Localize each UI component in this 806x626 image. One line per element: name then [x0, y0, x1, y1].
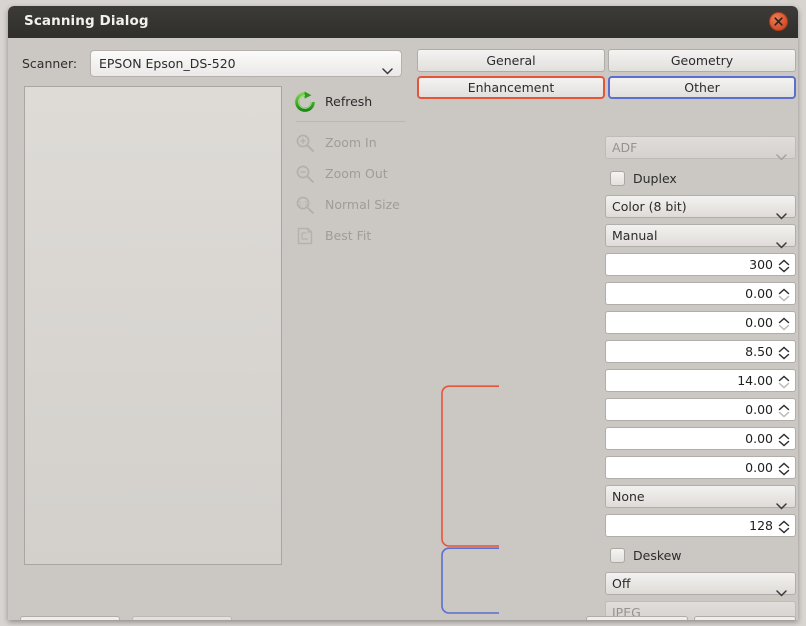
top-left-y-spinner[interactable]: 0.00 — [605, 311, 796, 334]
scanning-dialog-window: Scanning Dialog Scanner: EPSON Epson_DS-… — [8, 6, 798, 620]
field-top-left-y: Top Left Y 0.00 — [412, 311, 796, 334]
spinner-arrows[interactable] — [776, 284, 792, 305]
field-dropout: Dropout None — [412, 485, 796, 510]
blank-image-threshold-spinner[interactable]: 0.00 — [605, 398, 796, 421]
tab-other[interactable]: Other — [608, 76, 796, 99]
duplex-label: Duplex — [633, 170, 677, 186]
threshold-spinner[interactable]: 128 — [605, 514, 796, 537]
chevron-down-icon — [776, 495, 787, 514]
bottom-right-y-spinner[interactable]: 14.00 — [605, 369, 796, 392]
scanner-select[interactable]: EPSON Epson_DS-520 — [90, 50, 402, 77]
detect-double-feed-select[interactable]: Off — [605, 572, 796, 597]
scan-button[interactable]: Scan — [694, 616, 796, 620]
contrast-value: 0.00 — [745, 460, 773, 475]
best-fit-button[interactable]: Best Fit — [294, 220, 408, 251]
brightness-value: 0.00 — [745, 431, 773, 446]
preview-toolbar: Refresh Zoom In Zoom Out 1:1 Normal Size… — [294, 86, 408, 251]
scan-area-select[interactable]: Manual — [605, 224, 796, 249]
scanner-label: Scanner: — [22, 56, 78, 71]
bottom-right-x-value: 8.50 — [745, 344, 773, 359]
blank-image-threshold-value: 0.00 — [745, 402, 773, 417]
field-document-source: Document Source ADF — [412, 136, 796, 161]
normal-size-button[interactable]: 1:1 Normal Size — [294, 189, 408, 220]
chevron-down-icon — [776, 146, 787, 165]
deskew-label: Deskew — [633, 547, 682, 563]
scan-area-value: Manual — [612, 228, 658, 243]
chevron-down-icon — [776, 205, 787, 224]
brightness-spinner[interactable]: 0.00 — [605, 427, 796, 450]
normal-size-label: Normal Size — [325, 197, 400, 212]
field-top-left-x: Top Left X 0.00 — [412, 282, 796, 305]
dropout-value: None — [612, 489, 645, 504]
image-type-select[interactable]: Color (8 bit) — [605, 195, 796, 220]
field-threshold: Threshold 128 — [412, 514, 796, 537]
best-fit-icon — [294, 225, 316, 247]
detect-double-feed-value: Off — [612, 576, 631, 591]
top-left-x-value: 0.00 — [745, 286, 773, 301]
dialog-body: Scanner: EPSON Epson_DS-520 Refresh Zoom… — [8, 38, 798, 620]
tab-general[interactable]: General — [417, 49, 605, 72]
title-bar: Scanning Dialog — [8, 6, 798, 38]
field-blank-image-threshold: Blank Image Threshold 0.00 — [412, 398, 796, 421]
field-image-type: Image Type Color (8 bit) — [412, 195, 796, 220]
spinner-arrows[interactable] — [776, 371, 792, 392]
field-detect-double-feed: Detect Double Feed Off — [412, 572, 796, 597]
document-source-value: ADF — [612, 140, 638, 155]
dropout-select[interactable]: None — [605, 485, 796, 510]
refresh-icon — [294, 91, 316, 113]
field-bottom-right-x: Bottom Right X 8.50 — [412, 340, 796, 363]
zoom-in-icon — [294, 132, 316, 154]
field-brightness: Brightness 0.00 — [412, 427, 796, 450]
spinner-arrows[interactable] — [776, 516, 792, 537]
svg-text:1:1: 1:1 — [298, 200, 308, 207]
chevron-down-icon — [776, 582, 787, 601]
tab-geometry[interactable]: Geometry — [608, 49, 796, 72]
field-resolution: Resolution 300 — [412, 253, 796, 276]
best-fit-label: Best Fit — [325, 228, 372, 243]
spinner-arrows[interactable] — [776, 400, 792, 421]
refresh-button[interactable]: Refresh — [294, 86, 408, 117]
toolbar-divider — [296, 121, 406, 122]
zoom-out-icon — [294, 163, 316, 185]
chevron-down-icon — [382, 60, 393, 79]
image-type-value: Color (8 bit) — [612, 199, 687, 214]
duplex-checkbox[interactable]: Duplex — [610, 168, 677, 188]
window-title: Scanning Dialog — [24, 13, 149, 29]
zoom-out-button[interactable]: Zoom Out — [294, 158, 408, 189]
scanner-select-value: EPSON Epson_DS-520 — [99, 56, 236, 71]
top-left-y-value: 0.00 — [745, 315, 773, 330]
checkbox-box — [610, 547, 625, 563]
zoom-in-button[interactable]: Zoom In — [294, 127, 408, 158]
bottom-right-y-value: 14.00 — [737, 373, 773, 388]
zoom-in-label: Zoom In — [325, 135, 377, 150]
resolution-value: 300 — [749, 257, 773, 272]
document-source-select[interactable]: ADF — [605, 136, 796, 161]
contrast-spinner[interactable]: 0.00 — [605, 456, 796, 479]
maintenance-button[interactable]: Maintenance — [132, 616, 232, 620]
zoom-out-label: Zoom Out — [325, 166, 388, 181]
field-scan-area: Scan Area Manual — [412, 224, 796, 249]
scanner-row: Scanner: EPSON Epson_DS-520 — [22, 50, 402, 77]
threshold-value: 128 — [749, 518, 773, 533]
preview-pane[interactable] — [24, 86, 282, 565]
spinner-arrows[interactable] — [776, 429, 792, 450]
deskew-checkbox[interactable]: Deskew — [610, 545, 682, 565]
field-contrast: Contrast 0.00 — [412, 456, 796, 479]
cancel-button[interactable]: Cancel — [586, 616, 688, 620]
chevron-down-icon — [776, 234, 787, 253]
checkbox-box — [610, 170, 625, 186]
bottom-right-x-spinner[interactable]: 8.50 — [605, 340, 796, 363]
close-icon[interactable] — [769, 12, 788, 31]
resolution-spinner[interactable]: 300 — [605, 253, 796, 276]
spinner-arrows[interactable] — [776, 313, 792, 334]
tab-enhancement[interactable]: Enhancement — [417, 76, 605, 99]
refresh-label: Refresh — [325, 94, 373, 109]
help-button[interactable]: Help — [20, 616, 120, 620]
top-left-x-spinner[interactable]: 0.00 — [605, 282, 796, 305]
spinner-arrows[interactable] — [776, 255, 792, 276]
normal-size-icon: 1:1 — [294, 194, 316, 216]
field-bottom-right-y: Bottom Right Y 14.00 — [412, 369, 796, 392]
spinner-arrows[interactable] — [776, 342, 792, 363]
spinner-arrows[interactable] — [776, 458, 792, 479]
